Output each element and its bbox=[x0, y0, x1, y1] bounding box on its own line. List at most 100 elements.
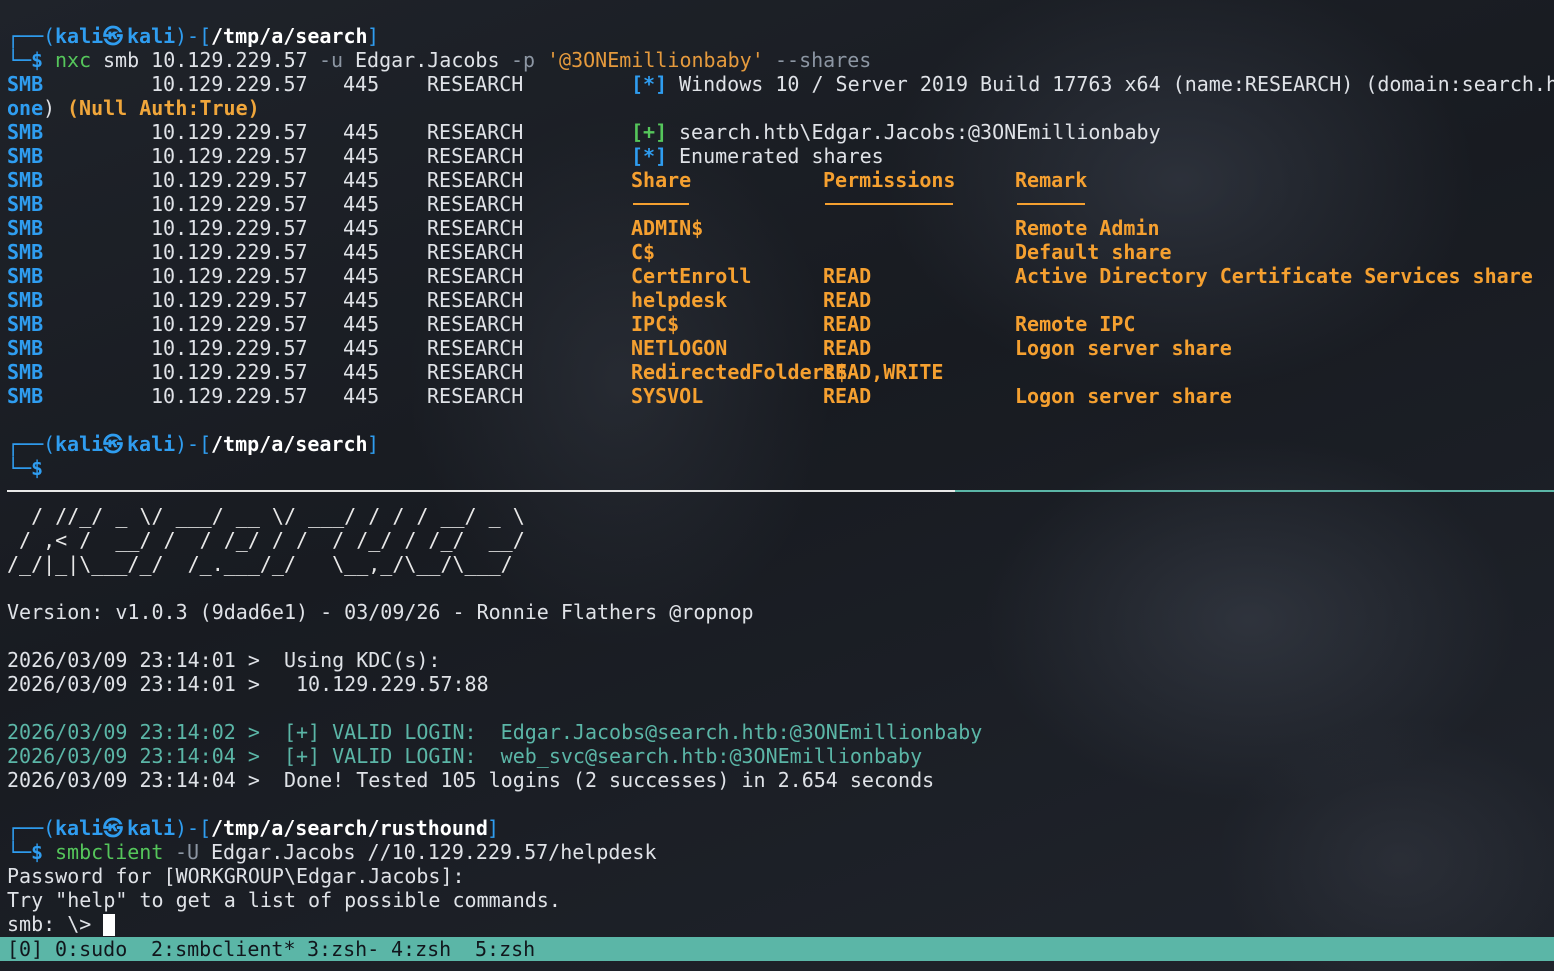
help-hint: Try "help" to get a list of possible com… bbox=[7, 888, 561, 912]
smb-tag: SMB bbox=[7, 216, 44, 240]
command-args: smb 10.129.229.57 bbox=[103, 48, 308, 72]
share-remark: Remote IPC bbox=[1015, 312, 1136, 336]
prompt-dir: /tmp/a/search bbox=[211, 432, 368, 456]
prompt-header: ┌──( kali ㉿ kali )-[ /tmp/a/search/rusth… bbox=[7, 816, 500, 840]
smb-header-row: SMB 10.129.229.57 445 RESEARCH Share Per… bbox=[7, 168, 1087, 192]
smb-host: RESEARCH bbox=[427, 240, 524, 264]
smb-underline-row: SMB 10.129.229.57 445 RESEARCH bbox=[7, 192, 1085, 216]
smb-ip: 10.129.229.57 bbox=[151, 72, 308, 96]
share-remark: Active Directory Certificate Services sh… bbox=[1015, 264, 1533, 288]
prompt-sep-icon: ㉿ bbox=[103, 432, 123, 456]
share-permissions: READ bbox=[823, 384, 872, 408]
smb-prompt-line[interactable]: smb: \> bbox=[7, 912, 115, 936]
share-name: NETLOGON bbox=[631, 336, 728, 360]
share-name: SYSVOL bbox=[631, 384, 704, 408]
share-permissions: READ,WRITE bbox=[823, 360, 944, 384]
column-underline-share bbox=[633, 203, 689, 205]
tmux-session[interactable]: [0] bbox=[7, 937, 43, 961]
smb-tag: SMB bbox=[7, 120, 44, 144]
terminal-cursor[interactable] bbox=[103, 913, 115, 937]
smb-ip: 10.129.229.57 bbox=[151, 384, 308, 408]
ascii-banner-line: /_/|_|\___/_/ /_.___/_/ \__,_/\__/\___/ bbox=[7, 552, 513, 576]
smb-tag: SMB bbox=[7, 336, 44, 360]
tmux-window-4[interactable]: 4:zsh bbox=[391, 937, 451, 961]
share-name: RedirectedFolders$ bbox=[631, 360, 848, 384]
command-flag-u: -U bbox=[175, 840, 200, 864]
smb-tag: SMB bbox=[7, 168, 44, 192]
prompt-host: kali bbox=[127, 24, 176, 48]
share-name: CertEnroll bbox=[631, 264, 752, 288]
tmux-status-bar: [0] 0:sudo 2:smbclient* 3:zsh- 4:zsh 5:z… bbox=[0, 937, 1554, 961]
share-name: IPC$ bbox=[631, 312, 680, 336]
smb-tag: SMB bbox=[7, 360, 44, 384]
smb-port: 445 bbox=[343, 336, 380, 360]
smb-info-wrap-paren: ) bbox=[43, 96, 56, 120]
smb-port: 445 bbox=[343, 144, 380, 168]
terminal-pane-top[interactable]: ┌──( kali ㉿ kali )-[ /tmp/a/search ] └─ … bbox=[0, 0, 1554, 488]
smb-host: RESEARCH bbox=[427, 144, 524, 168]
smb-port: 445 bbox=[343, 72, 380, 96]
prompt-dollar: $ bbox=[31, 456, 44, 480]
command-line[interactable]: └─ $ bbox=[7, 456, 55, 480]
smb-ip: 10.129.229.57 bbox=[151, 288, 308, 312]
smb-info-row: SMB 10.129.229.57 445 RESEARCH [*] Windo… bbox=[7, 72, 1554, 96]
command-line: └─ $ smbclient -U Edgar.Jacobs //10.129.… bbox=[7, 840, 657, 864]
column-header-remark: Remark bbox=[1015, 168, 1088, 192]
smb-host: RESEARCH bbox=[427, 216, 524, 240]
share-remark: Default share bbox=[1015, 240, 1172, 264]
share-remark: Remote Admin bbox=[1015, 216, 1160, 240]
prompt-header: ┌──( kali ㉿ kali )-[ /tmp/a/search ] bbox=[7, 432, 380, 456]
smb-host: RESEARCH bbox=[427, 360, 524, 384]
smb-ip: 10.129.229.57 bbox=[151, 312, 308, 336]
ascii-banner-line: / //_/ _ \/ ___/ __ \/ ___/ / / / __/ _ … bbox=[7, 504, 525, 528]
command-line: └─ $ nxc smb 10.129.229.57 -u Edgar.Jaco… bbox=[7, 48, 872, 72]
smb-host: RESEARCH bbox=[427, 288, 524, 312]
command-bin: smbclient bbox=[55, 840, 164, 864]
smb-host: RESEARCH bbox=[427, 312, 524, 336]
command-bin: nxc bbox=[55, 48, 92, 72]
share-remark: Logon server share bbox=[1015, 384, 1232, 408]
share-permissions: READ bbox=[823, 288, 872, 312]
smb-info-wrap: one ) (Null Auth:True) bbox=[7, 96, 260, 120]
tmux-window-3[interactable]: 3:zsh- bbox=[307, 937, 379, 961]
smb-tag: SMB bbox=[7, 144, 44, 168]
smb-ip: 10.129.229.57 bbox=[151, 216, 308, 240]
smb-host: RESEARCH bbox=[427, 192, 524, 216]
smb-port: 445 bbox=[343, 168, 380, 192]
prompt-host: kali bbox=[127, 816, 176, 840]
column-underline-remark bbox=[1017, 203, 1085, 205]
smb-login-marker: [+] bbox=[631, 120, 668, 144]
kerbrute-version: Version: v1.0.3 (9dad6e1) - 03/09/26 - R… bbox=[7, 600, 754, 624]
smb-host: RESEARCH bbox=[427, 384, 524, 408]
share-name: ADMIN$ bbox=[631, 216, 704, 240]
terminal-pane-bottom[interactable]: / //_/ _ \/ ___/ __ \/ ___/ / / / __/ _ … bbox=[0, 492, 1554, 937]
smb-ip: 10.129.229.57 bbox=[151, 168, 308, 192]
smb-login-text: search.htb\Edgar.Jacobs:@3ONEmillionbaby bbox=[679, 120, 1161, 144]
smb-ip: 10.129.229.57 bbox=[151, 264, 308, 288]
smb-port: 445 bbox=[343, 288, 380, 312]
smb-ip: 10.129.229.57 bbox=[151, 336, 308, 360]
smb-tag: SMB bbox=[7, 288, 44, 312]
tmux-window-5[interactable]: 5:zsh bbox=[475, 937, 535, 961]
tmux-window-0[interactable]: 0:sudo bbox=[55, 937, 127, 961]
smb-enum-row: SMB 10.129.229.57 445 RESEARCH [*] Enume… bbox=[7, 144, 884, 168]
smb-port: 445 bbox=[343, 312, 380, 336]
smb-null-auth: (Null Auth:True) bbox=[67, 96, 260, 120]
share-permissions: READ bbox=[823, 336, 872, 360]
prompt-host: kali bbox=[127, 432, 176, 456]
smb-port: 445 bbox=[343, 192, 380, 216]
prompt-dir: /tmp/a/search/rusthound bbox=[211, 816, 488, 840]
smb-host: RESEARCH bbox=[427, 72, 524, 96]
valid-login-line: 2026/03/09 23:14:02 > [+] VALID LOGIN: E… bbox=[7, 720, 983, 744]
smb-login-row: SMB 10.129.229.57 445 RESEARCH [+] searc… bbox=[7, 120, 1161, 144]
smb-enum-text: Enumerated shares bbox=[679, 144, 884, 168]
smb-info-marker: [*] bbox=[631, 72, 668, 96]
prompt-sep-icon: ㉿ bbox=[103, 24, 123, 48]
valid-login-line: 2026/03/09 23:14:04 > [+] VALID LOGIN: w… bbox=[7, 744, 923, 768]
tmux-window-2[interactable]: 2:smbclient* bbox=[151, 937, 296, 961]
command-user: Edgar.Jacobs bbox=[355, 48, 500, 72]
smb-enum-marker: [*] bbox=[631, 144, 668, 168]
kdc-line: 2026/03/09 23:14:01 > Using KDC(s): bbox=[7, 648, 441, 672]
smb-info-wrap-domain: one bbox=[7, 96, 44, 120]
share-permissions: READ bbox=[823, 312, 872, 336]
